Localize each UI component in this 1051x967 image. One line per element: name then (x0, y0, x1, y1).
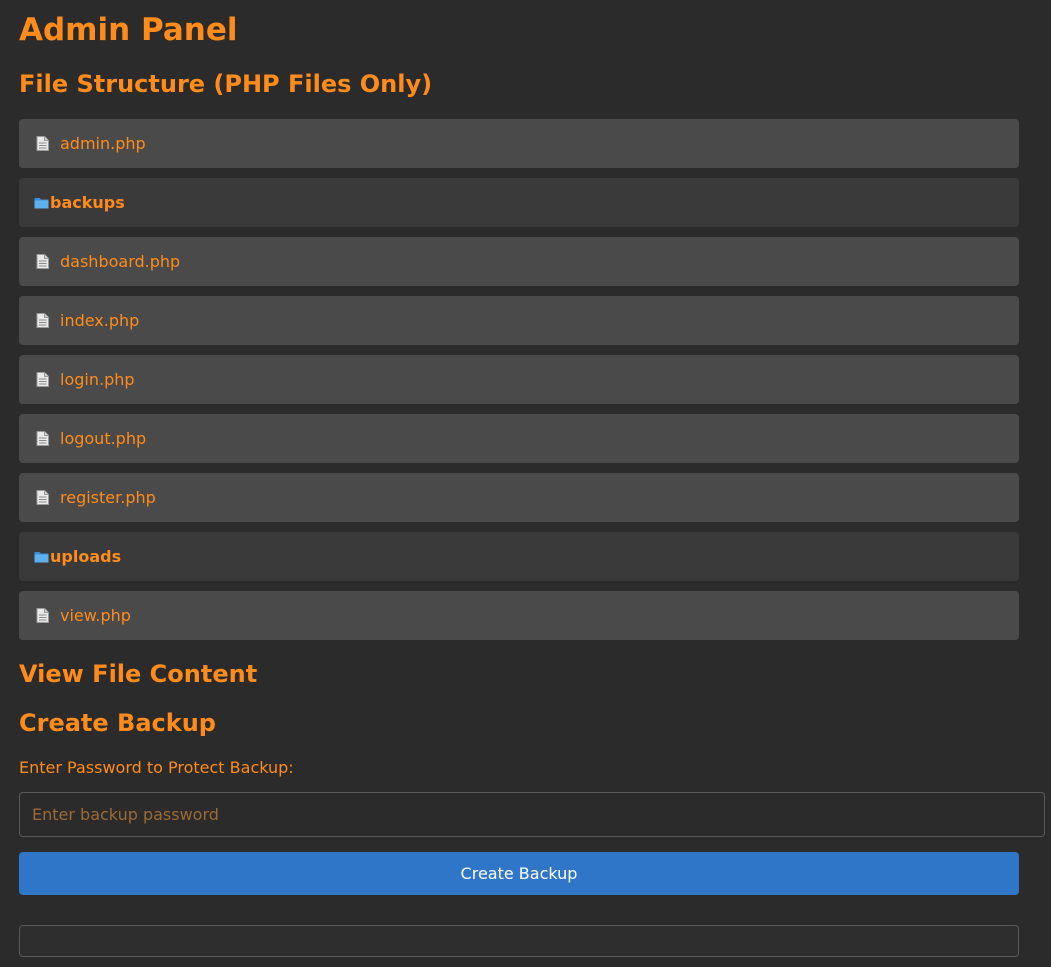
document-icon (35, 372, 50, 388)
folder-icon (34, 195, 49, 211)
folder-item-label: backups (50, 193, 125, 212)
file-item-label: dashboard.php (60, 252, 181, 271)
file-item-register[interactable]: register.php (19, 473, 1019, 522)
folder-item-uploads[interactable]: uploads (19, 532, 1019, 581)
file-item-view[interactable]: view.php (19, 591, 1019, 640)
document-icon (35, 490, 50, 506)
backup-password-input[interactable] (19, 792, 1045, 837)
create-backup-heading: Create Backup (19, 709, 216, 737)
file-list: admin.php backups dashboard.php index.ph… (19, 119, 1019, 650)
file-item-label: login.php (60, 370, 135, 389)
file-item-label: index.php (60, 311, 140, 330)
backup-password-label: Enter Password to Protect Backup: (19, 758, 294, 777)
document-icon (35, 254, 50, 270)
backup-output-box (19, 925, 1019, 957)
file-item-index[interactable]: index.php (19, 296, 1019, 345)
file-item-dashboard[interactable]: dashboard.php (19, 237, 1019, 286)
page-title: Admin Panel (19, 12, 238, 48)
document-icon (35, 313, 50, 329)
file-item-label: view.php (60, 606, 131, 625)
folder-icon (34, 549, 49, 565)
file-item-label: admin.php (60, 134, 146, 153)
document-icon (35, 431, 50, 447)
document-icon (35, 608, 50, 624)
file-item-admin[interactable]: admin.php (19, 119, 1019, 168)
file-item-label: logout.php (60, 429, 147, 448)
create-backup-button[interactable]: Create Backup (19, 852, 1019, 895)
file-item-logout[interactable]: logout.php (19, 414, 1019, 463)
folder-item-backups[interactable]: backups (19, 178, 1019, 227)
file-structure-heading: File Structure (PHP Files Only) (19, 70, 433, 98)
view-file-content-heading: View File Content (19, 660, 258, 688)
document-icon (35, 136, 50, 152)
file-item-login[interactable]: login.php (19, 355, 1019, 404)
file-item-label: register.php (60, 488, 156, 507)
folder-item-label: uploads (50, 547, 122, 566)
